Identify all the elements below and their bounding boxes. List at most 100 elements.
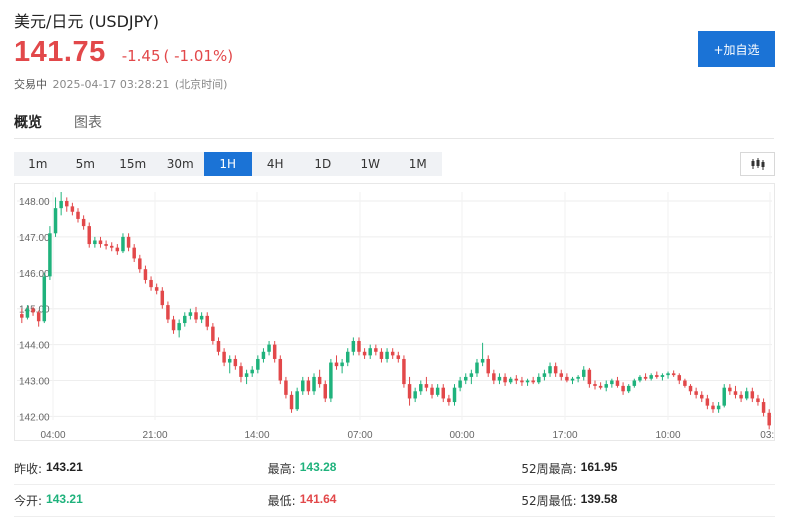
candle-body <box>728 387 732 392</box>
x-tick-label: 07:00 <box>347 430 372 440</box>
candle-body <box>604 384 608 388</box>
add-watchlist-button[interactable]: +加自选 <box>698 31 775 67</box>
candle-body <box>716 405 721 410</box>
main-tabs: 概览 图表 <box>14 112 134 138</box>
candle-body <box>65 200 69 207</box>
candle-body <box>323 384 327 399</box>
candle-body <box>548 366 552 374</box>
status-label: 交易中 <box>14 78 47 91</box>
candle-body <box>458 380 462 388</box>
candle-body <box>59 200 63 209</box>
candle-body <box>441 387 446 399</box>
candle-body <box>598 385 603 388</box>
x-tick-label: 04:00 <box>40 430 65 440</box>
candle-body <box>744 391 749 399</box>
candle-body <box>374 348 378 352</box>
candle-body <box>76 211 80 219</box>
candle-body <box>671 373 676 376</box>
interval-30m[interactable]: 30m <box>157 152 205 176</box>
candle-body <box>334 362 339 367</box>
candle-body <box>638 376 642 381</box>
candle-body <box>767 412 771 426</box>
candle-body <box>121 236 125 252</box>
candle-body <box>211 326 215 342</box>
price-chart[interactable]: 148.00147.00146.00145.00144.00143.00142.… <box>14 183 775 441</box>
candle-body <box>621 385 625 392</box>
stats-table: 昨收: 143.21 最高: 143.28 52周最高: 161.95 今开: … <box>14 453 775 517</box>
candle-body <box>492 373 496 381</box>
y-tick-label: 142.00 <box>19 412 50 423</box>
page-title: 美元/日元 (USDJPY) <box>14 12 159 31</box>
stats-row: 今开: 143.21 最低: 141.64 52周最低: 139.58 <box>14 485 775 517</box>
candle-body <box>447 398 451 403</box>
interval-5m[interactable]: 5m <box>62 152 110 176</box>
candle-body <box>435 387 440 395</box>
candle-body <box>70 206 75 212</box>
interval-1m[interactable]: 1m <box>14 152 62 176</box>
price-change: -1.45( -1.01%) <box>122 47 236 65</box>
tab-chart[interactable]: 图表 <box>74 112 102 138</box>
candle-body <box>295 391 299 410</box>
interval-1mo[interactable]: 1M <box>394 152 442 176</box>
tabs-divider <box>14 138 774 139</box>
x-tick-label: 00:00 <box>449 430 474 440</box>
candle-body <box>183 315 187 324</box>
price-row: 141.75 -1.45( -1.01%) <box>14 36 236 69</box>
interval-1w[interactable]: 1W <box>347 152 395 176</box>
candle-body <box>261 351 266 359</box>
candle-body <box>205 315 209 327</box>
candle-body <box>390 351 395 356</box>
candle-body <box>138 258 142 270</box>
candle-body <box>402 358 406 385</box>
interval-selector: 1m 5m 15m 30m 1H 4H 1D 1W 1M <box>14 152 442 176</box>
candle-body <box>250 369 254 374</box>
candle-body <box>396 355 401 359</box>
interval-15m[interactable]: 15m <box>109 152 157 176</box>
candle-body <box>233 358 238 367</box>
candle-body <box>312 376 316 392</box>
candle-body <box>632 380 637 386</box>
x-tick-label: 03:0 <box>760 430 774 440</box>
candle-body <box>503 376 507 383</box>
candle-body <box>98 240 103 245</box>
candle-body <box>722 387 726 406</box>
candle-body <box>610 380 614 385</box>
interval-1h[interactable]: 1H <box>204 152 252 176</box>
candle-body <box>424 384 429 388</box>
candle-body <box>497 376 502 381</box>
change-amount: -1.45 <box>121 47 161 65</box>
interval-4h[interactable]: 4H <box>252 152 300 176</box>
candle-body <box>733 391 738 395</box>
candle-body <box>351 341 356 352</box>
tab-overview[interactable]: 概览 <box>14 112 42 138</box>
candle-body <box>677 375 682 381</box>
candle-body <box>284 380 288 395</box>
candle-body <box>357 341 361 352</box>
candle-body <box>705 398 710 406</box>
current-price: 141.75 <box>14 36 106 68</box>
candle-body <box>464 376 468 381</box>
candle-body <box>42 276 47 322</box>
x-tick-label: 17:00 <box>552 430 577 440</box>
timezone: (北京时间) <box>174 78 228 91</box>
candle-body <box>227 358 232 363</box>
candle-body <box>31 308 35 313</box>
candlestick-icon <box>751 158 764 170</box>
candle-body <box>559 373 564 377</box>
x-tick-label: 21:00 <box>142 430 167 440</box>
candle-body <box>126 236 131 248</box>
candle-body <box>593 384 597 386</box>
candle-body <box>520 380 524 383</box>
candle-body <box>469 373 474 377</box>
interval-1d[interactable]: 1D <box>299 152 347 176</box>
candle-body <box>407 384 412 399</box>
candle-body <box>53 208 58 234</box>
candle-body <box>486 358 490 374</box>
chart-type-button[interactable] <box>740 152 775 176</box>
candle-body <box>711 405 715 410</box>
candle-body <box>267 344 271 352</box>
candle-body <box>587 369 592 385</box>
stat-prev-close: 昨收: 143.21 <box>14 460 83 476</box>
candle-body <box>81 218 86 227</box>
candle-body <box>379 351 384 359</box>
